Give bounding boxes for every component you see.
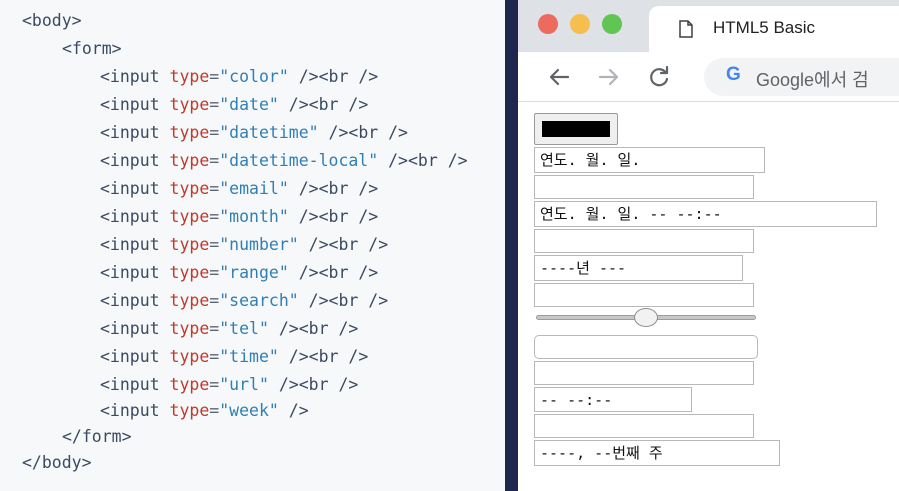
datetime-local-input[interactable]: 연도. 월. 일. -- --:-- bbox=[534, 201, 877, 227]
browser-window: HTML5 Basic G Google에서 검 연도. 월. 일. 연도. 월… bbox=[518, 0, 899, 491]
code-line-input-url: <input type="url" /><br /> bbox=[100, 375, 359, 394]
range-slider[interactable] bbox=[536, 307, 756, 329]
address-bar[interactable]: G Google에서 검 bbox=[704, 58, 899, 96]
email-input[interactable] bbox=[534, 229, 754, 253]
code-line-input-range: <input type="range" /><br /> bbox=[100, 263, 379, 282]
page-icon bbox=[679, 20, 693, 38]
code-line-input-datetime-local: <input type="datetime-local" /><br /> bbox=[100, 151, 468, 170]
tel-input[interactable] bbox=[534, 361, 754, 385]
datetime-input[interactable] bbox=[534, 175, 754, 199]
code-line-input-week: <input type="week" /> bbox=[100, 401, 309, 420]
code-line-input-search: <input type="search" /><br /> bbox=[100, 291, 389, 310]
range-thumb[interactable] bbox=[634, 308, 658, 327]
code-line-input-date: <input type="date" /><br /> bbox=[100, 95, 369, 114]
code-line-input-number: <input type="number" /><br /> bbox=[100, 235, 389, 254]
tab-title: HTML5 Basic bbox=[713, 18, 816, 37]
reload-icon[interactable] bbox=[644, 62, 674, 92]
address-bar-text: Google에서 검 bbox=[756, 70, 869, 90]
number-input[interactable] bbox=[534, 283, 754, 307]
color-input[interactable] bbox=[534, 113, 618, 145]
week-input[interactable]: ----, --번째 주 bbox=[534, 440, 780, 466]
code-line-form-close: </form> bbox=[62, 427, 132, 446]
date-input[interactable]: 연도. 월. 일. bbox=[534, 147, 765, 173]
browser-tab[interactable]: HTML5 Basic bbox=[649, 6, 899, 52]
title-bar: HTML5 Basic bbox=[518, 0, 899, 52]
url-input[interactable] bbox=[534, 414, 754, 438]
page-content: 연도. 월. 일. 연도. 월. 일. -- --:-- ----년 --- -… bbox=[518, 103, 899, 491]
code-line-input-datetime: <input type="datetime" /><br /> bbox=[100, 123, 408, 142]
month-input[interactable]: ----년 --- bbox=[534, 255, 743, 281]
back-arrow-icon[interactable] bbox=[544, 62, 574, 92]
browser-toolbar: G Google에서 검 bbox=[518, 52, 899, 102]
code-line-input-color: <input type="color" /><br /> bbox=[100, 67, 379, 86]
minimize-dot[interactable] bbox=[570, 14, 590, 34]
maximize-dot[interactable] bbox=[602, 14, 622, 34]
code-panel: <body> <form> <input type="color" /><br … bbox=[0, 0, 505, 491]
code-line-input-tel: <input type="tel" /><br /> bbox=[100, 319, 359, 338]
code-line-body-close: </body> bbox=[22, 453, 92, 472]
google-logo-icon: G bbox=[726, 64, 741, 85]
color-swatch bbox=[542, 121, 610, 137]
panel-divider bbox=[505, 0, 518, 491]
close-dot[interactable] bbox=[538, 14, 558, 34]
forward-arrow-icon[interactable] bbox=[594, 62, 624, 92]
code-line-form-open: <form> bbox=[62, 39, 122, 58]
search-input[interactable] bbox=[534, 335, 758, 359]
code-line-input-time: <input type="time" /><br /> bbox=[100, 347, 369, 366]
time-input[interactable]: -- --:-- bbox=[534, 387, 692, 412]
code-line-input-email: <input type="email" /><br /> bbox=[100, 179, 379, 198]
code-line-body-open: <body> bbox=[22, 11, 82, 30]
code-line-input-month: <input type="month" /><br /> bbox=[100, 207, 379, 226]
